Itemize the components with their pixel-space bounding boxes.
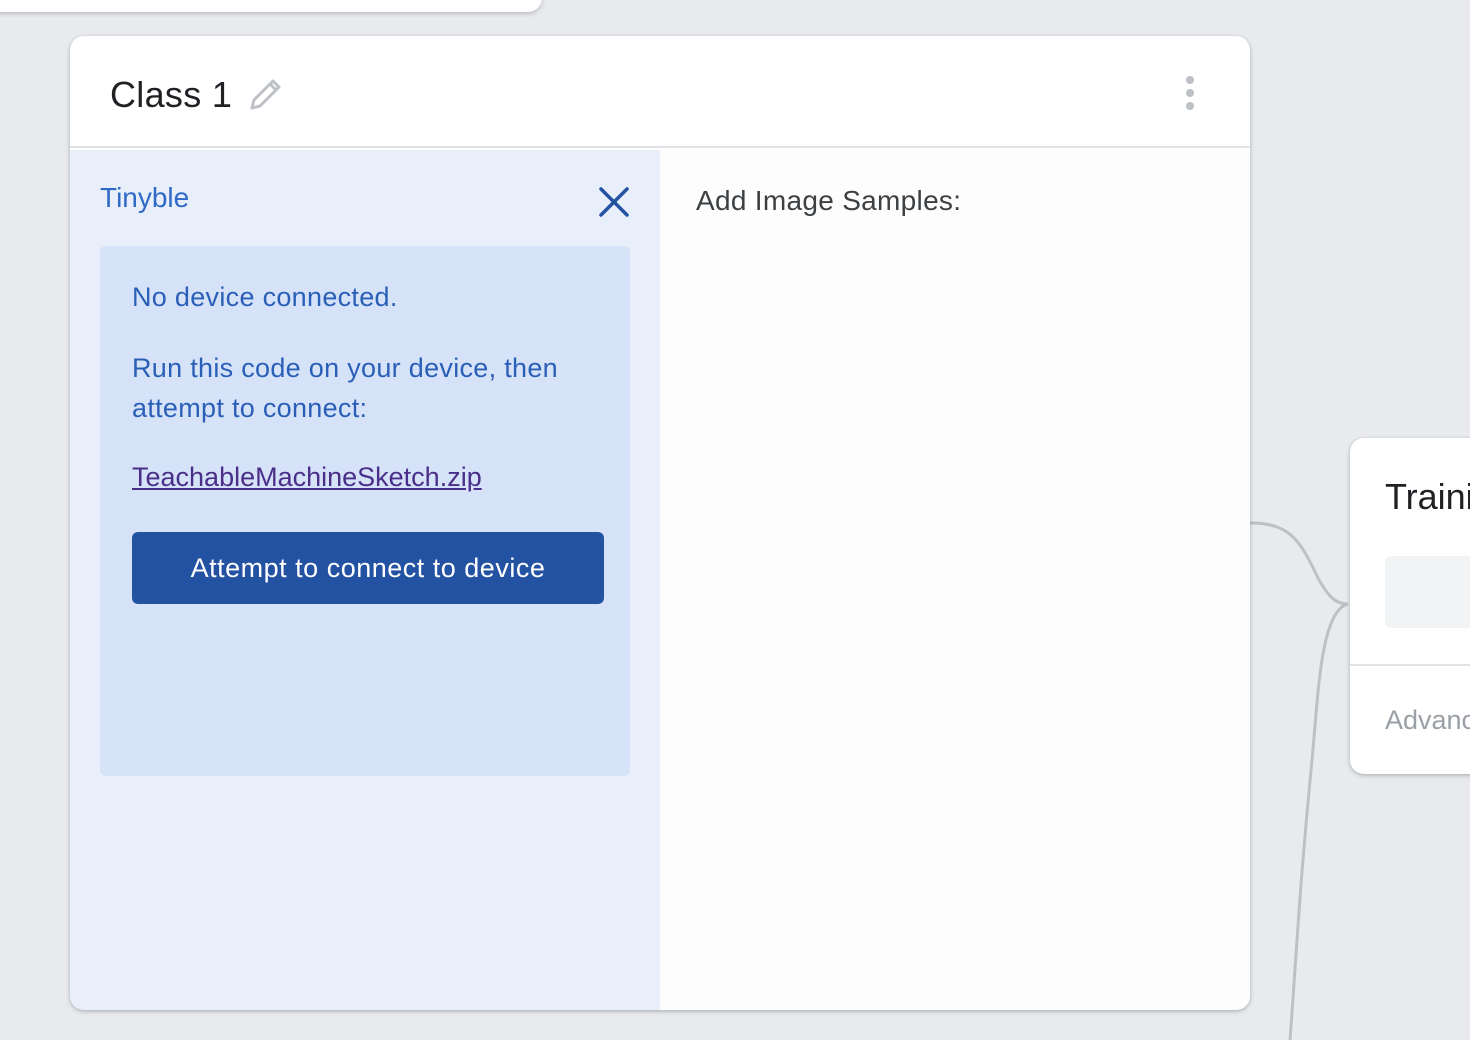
connect-device-button[interactable]: Attempt to connect to device — [132, 532, 604, 604]
class-card-header: Class 1 — [70, 36, 1250, 148]
connection-status: No device connected. — [132, 282, 398, 312]
divider — [1350, 664, 1470, 666]
previous-card — [0, 0, 542, 12]
training-title: Training — [1385, 476, 1470, 517]
pencil-icon[interactable] — [246, 74, 286, 114]
connection-instruction: Run this code on your device, then attem… — [132, 353, 558, 423]
samples-panel: Add Image Samples: — [660, 150, 1250, 1010]
device-panel: Tinyble No device connected. Run this co… — [70, 150, 660, 1010]
train-model-button[interactable] — [1385, 556, 1470, 628]
advanced-toggle[interactable]: Advanced — [1385, 704, 1470, 736]
class-card: Class 1 Tinyble No device connected. Run… — [70, 36, 1250, 1010]
device-name: Tinyble — [100, 182, 190, 213]
training-card: Training Advanced — [1350, 438, 1470, 774]
device-connection-box: No device connected. Run this code on yo… — [100, 246, 630, 776]
class-title[interactable]: Class 1 — [110, 74, 232, 116]
samples-title: Add Image Samples: — [696, 185, 962, 216]
sketch-download-link[interactable]: TeachableMachineSketch.zip — [132, 460, 482, 494]
close-icon[interactable] — [596, 184, 632, 220]
more-vert-icon[interactable] — [1176, 76, 1194, 116]
